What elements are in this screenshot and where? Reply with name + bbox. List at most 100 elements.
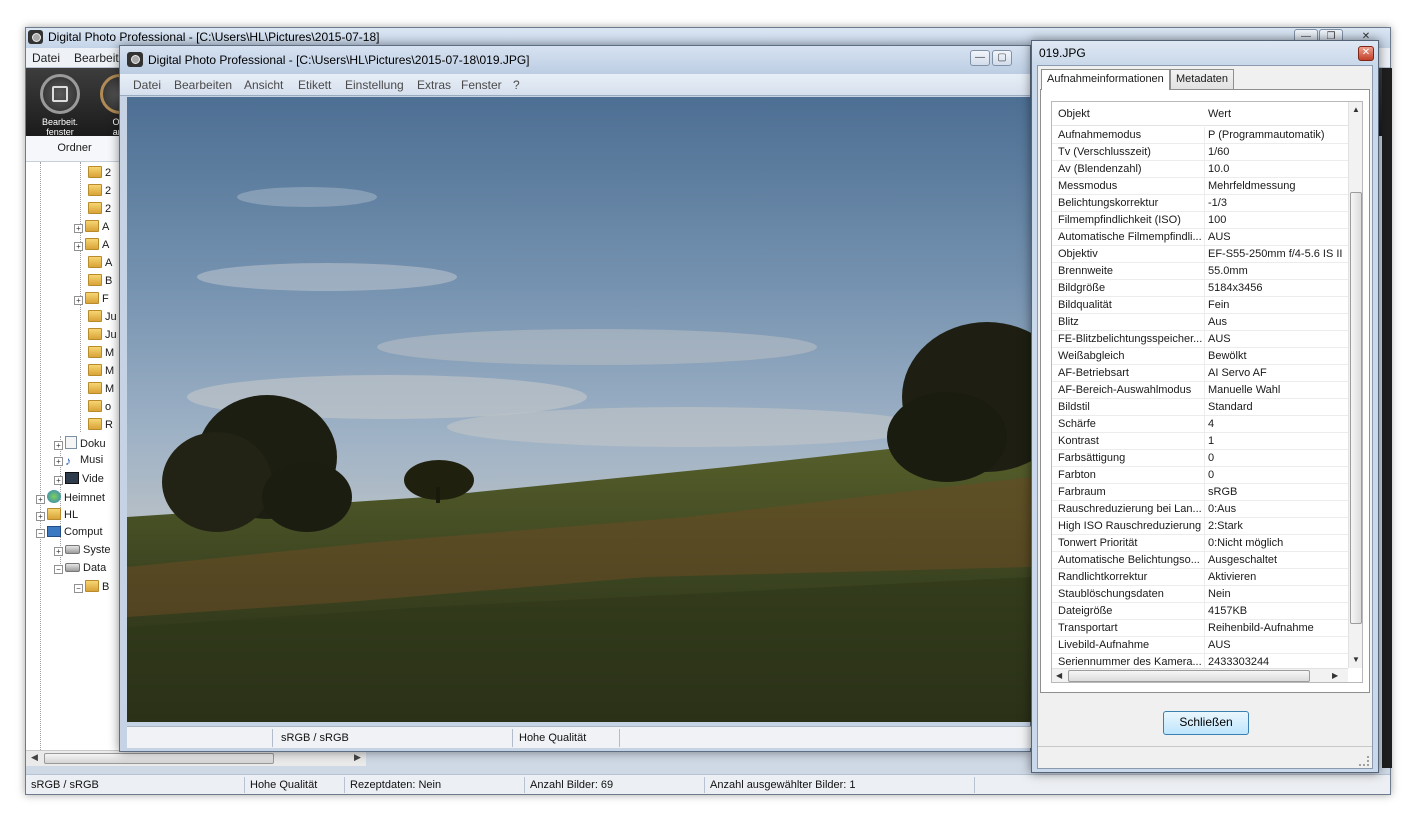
tree-item[interactable]: − Comput xyxy=(36,526,103,544)
info-title-bar[interactable]: 019.JPG ✕ xyxy=(1032,41,1378,65)
table-row[interactable]: Belichtungskorrektur -1/3 xyxy=(1052,195,1348,212)
expand-toggle-icon[interactable]: + xyxy=(74,224,83,233)
edit-window-button[interactable]: Bearbeit. fenster xyxy=(30,74,90,137)
expand-toggle-icon[interactable]: + xyxy=(74,242,83,251)
table-row[interactable]: High ISO Rauschreduzierung 2:Stark xyxy=(1052,518,1348,535)
menu-bearbeiten[interactable]: Bearbeiten xyxy=(174,78,232,92)
scroll-down-arrow-icon[interactable]: ▼ xyxy=(1352,655,1360,664)
tab-aufnahmeinformationen[interactable]: Aufnahmeinformationen xyxy=(1041,69,1170,90)
expand-toggle-icon[interactable]: + xyxy=(74,296,83,305)
tree-item[interactable]: 2 xyxy=(88,166,111,184)
menu-bearbeiten[interactable]: Bearbeit xyxy=(74,51,119,65)
vertical-scroll-thumb[interactable] xyxy=(1350,192,1362,624)
tree-item[interactable]: + Syste xyxy=(54,544,111,562)
folder-horizontal-scrollbar[interactable]: ◀ ▶ xyxy=(26,750,366,766)
menu-help[interactable]: ? xyxy=(513,78,520,92)
tree-item[interactable]: − Data xyxy=(54,562,106,580)
table-row[interactable]: Staublöschungsdaten Nein xyxy=(1052,586,1348,603)
photo-minimize-button[interactable]: — xyxy=(970,50,990,66)
tree-item[interactable]: Ju xyxy=(88,328,117,346)
tree-item[interactable]: Ju xyxy=(88,310,117,328)
horizontal-scroll-thumb[interactable] xyxy=(1068,670,1310,682)
tree-item[interactable]: + HL xyxy=(36,508,78,526)
table-row[interactable]: Weißabgleich Bewölkt xyxy=(1052,348,1348,365)
scroll-left-arrow-icon[interactable]: ◀ xyxy=(31,752,38,763)
tree-item[interactable]: + A xyxy=(74,238,109,256)
table-vertical-scrollbar[interactable]: ▲ ▼ xyxy=(1348,102,1362,668)
tree-item[interactable]: M xyxy=(88,382,114,400)
expand-toggle-icon[interactable]: − xyxy=(36,529,45,538)
table-row[interactable]: AF-Bereich-Auswahlmodus Manuelle Wahl xyxy=(1052,382,1348,399)
table-row[interactable]: Aufnahmemodus P (Programmautomatik) xyxy=(1052,127,1348,144)
expand-toggle-icon[interactable]: + xyxy=(54,547,63,556)
photo-restore-button[interactable]: ▢ xyxy=(992,50,1012,66)
tree-item[interactable]: M xyxy=(88,346,114,364)
resize-grip-icon[interactable] xyxy=(1359,756,1369,766)
photo-preview[interactable] xyxy=(127,97,1032,722)
menu-etikett[interactable]: Etikett xyxy=(298,78,331,92)
table-row[interactable]: Schärfe 4 xyxy=(1052,416,1348,433)
tree-item[interactable]: A xyxy=(88,256,112,274)
expand-toggle-icon[interactable]: + xyxy=(36,512,45,521)
tree-item[interactable]: M xyxy=(88,364,114,382)
tree-item[interactable]: + ♪ Musi xyxy=(54,454,103,472)
schliessen-button[interactable]: Schließen xyxy=(1163,711,1249,735)
expand-toggle-icon[interactable]: − xyxy=(54,565,63,574)
table-row[interactable]: Dateigröße 4157KB xyxy=(1052,603,1348,620)
tree-item[interactable]: + A xyxy=(74,220,109,238)
table-row[interactable]: Kontrast 1 xyxy=(1052,433,1348,450)
table-row[interactable]: AF-Betriebsart AI Servo AF xyxy=(1052,365,1348,382)
expand-toggle-icon[interactable]: + xyxy=(54,441,63,450)
menu-extras[interactable]: Extras xyxy=(417,78,451,92)
table-row[interactable]: Livebild-Aufnahme AUS xyxy=(1052,637,1348,654)
photo-title-bar[interactable]: Digital Photo Professional - [C:\Users\H… xyxy=(120,46,1030,74)
scroll-right-arrow-icon[interactable]: ▶ xyxy=(1332,671,1338,680)
table-row[interactable]: Farbton 0 xyxy=(1052,467,1348,484)
table-row[interactable]: Tv (Verschlusszeit) 1/60 xyxy=(1052,144,1348,161)
tree-item[interactable]: 2 xyxy=(88,202,111,220)
scroll-thumb[interactable] xyxy=(44,753,274,764)
table-row[interactable]: Transportart Reihenbild-Aufnahme xyxy=(1052,620,1348,637)
table-row[interactable]: Bildstil Standard xyxy=(1052,399,1348,416)
expand-toggle-icon[interactable]: + xyxy=(54,476,63,485)
table-row[interactable]: Automatische Belichtungso... Ausgeschalte… xyxy=(1052,552,1348,569)
table-row[interactable]: Farbraum sRGB xyxy=(1052,484,1348,501)
table-row[interactable]: Tonwert Priorität 0:Nicht möglich xyxy=(1052,535,1348,552)
tree-item[interactable]: + Heimnet xyxy=(36,490,105,508)
info-close-x-button[interactable]: ✕ xyxy=(1358,46,1374,61)
table-horizontal-scrollbar[interactable]: ◀ ▶ xyxy=(1052,668,1348,682)
tree-item[interactable]: − B xyxy=(74,580,109,598)
table-row[interactable]: Objektiv EF-S55-250mm f/4-5.6 IS II xyxy=(1052,246,1348,263)
table-row[interactable]: Automatische Filmempfindli... AUS xyxy=(1052,229,1348,246)
tab-metadaten[interactable]: Metadaten xyxy=(1170,69,1234,89)
table-row[interactable]: Randlichtkorrektur Aktivieren xyxy=(1052,569,1348,586)
scroll-left-arrow-icon[interactable]: ◀ xyxy=(1056,671,1062,680)
table-row[interactable]: Brennweite 55.0mm xyxy=(1052,263,1348,280)
menu-ansicht[interactable]: Ansicht xyxy=(244,78,283,92)
menu-datei[interactable]: Datei xyxy=(32,51,60,65)
table-row[interactable]: Farbsättigung 0 xyxy=(1052,450,1348,467)
menu-fenster[interactable]: Fenster xyxy=(461,78,502,92)
table-row[interactable]: Messmodus Mehrfeldmessung xyxy=(1052,178,1348,195)
tree-item[interactable]: + F xyxy=(74,292,109,310)
table-row[interactable]: Av (Blendenzahl) 10.0 xyxy=(1052,161,1348,178)
scroll-right-arrow-icon[interactable]: ▶ xyxy=(354,752,361,763)
table-row[interactable]: Blitz Aus xyxy=(1052,314,1348,331)
tree-item[interactable]: o xyxy=(88,400,111,418)
tree-item[interactable]: B xyxy=(88,274,112,292)
menu-einstellung[interactable]: Einstellung xyxy=(345,78,404,92)
expand-toggle-icon[interactable]: − xyxy=(74,584,83,593)
table-row[interactable]: Bildgröße 5184x3456 xyxy=(1052,280,1348,297)
expand-toggle-icon[interactable]: + xyxy=(36,495,45,504)
tree-item[interactable]: 2 xyxy=(88,184,111,202)
tree-item[interactable]: + Vide xyxy=(54,472,104,490)
column-header-wert[interactable]: Wert xyxy=(1208,108,1231,120)
expand-toggle-icon[interactable]: + xyxy=(54,457,63,466)
tree-item[interactable]: R xyxy=(88,418,113,436)
tree-item[interactable]: + Doku xyxy=(54,436,106,454)
column-header-objekt[interactable]: Objekt xyxy=(1058,108,1090,120)
table-row[interactable]: Bildqualität Fein xyxy=(1052,297,1348,314)
menu-datei[interactable]: Datei xyxy=(133,78,161,92)
table-row[interactable]: Filmempfindlichkeit (ISO) 100 xyxy=(1052,212,1348,229)
table-row[interactable]: Rauschreduzierung bei Lan... 0:Aus xyxy=(1052,501,1348,518)
